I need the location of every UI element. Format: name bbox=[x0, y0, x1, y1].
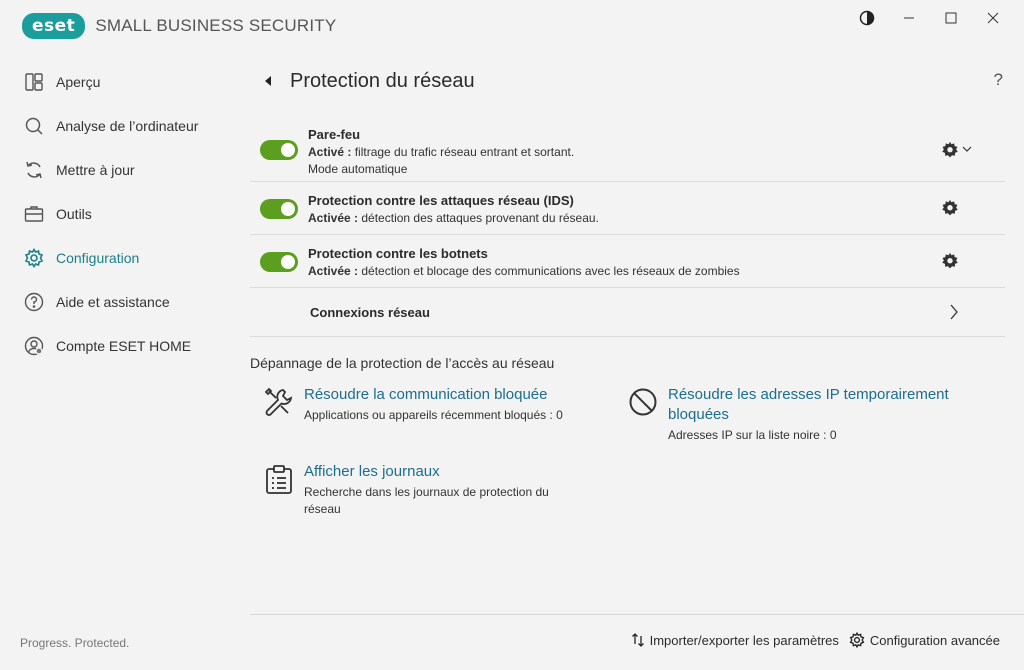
sidebar: Aperçu Analyse de l’ordinateur Mettre à … bbox=[0, 60, 240, 368]
action-desc: Adresses IP sur la liste noire : 0 bbox=[668, 428, 837, 442]
action-show-logs: Afficher les journaux Recherche dans les… bbox=[262, 462, 582, 518]
dashboard-icon bbox=[24, 72, 44, 92]
eset-logo: eset SMALL BUSINESS SECURITY bbox=[22, 13, 336, 39]
action-blocked-ips: Résoudre les adresses IP temporairement … bbox=[626, 385, 966, 444]
clipboard-icon bbox=[262, 462, 296, 496]
module-row-botnet: Protection contre les botnets Activée : … bbox=[250, 235, 1005, 288]
sidebar-item-label: Compte ESET HOME bbox=[56, 338, 192, 354]
module-title: Pare-feu bbox=[308, 127, 361, 142]
ids-toggle[interactable] bbox=[260, 199, 298, 219]
help-button[interactable]: ? bbox=[994, 70, 1003, 90]
product-name: SMALL BUSINESS SECURITY bbox=[95, 16, 337, 35]
sidebar-item-apercu[interactable]: Aperçu bbox=[0, 60, 240, 104]
help-icon bbox=[24, 292, 44, 312]
sidebar-item-help[interactable]: Aide et assistance bbox=[0, 280, 240, 324]
footer-actions: Importer/exporter les paramètres Configu… bbox=[631, 632, 1000, 648]
module-mode: Mode automatique bbox=[308, 162, 408, 176]
troubleshoot-actions: Résoudre la communication bloquée Applic… bbox=[250, 385, 1005, 565]
gear-icon bbox=[24, 248, 44, 268]
sidebar-item-label: Aide et assistance bbox=[56, 294, 170, 310]
logo-badge: eset bbox=[22, 13, 86, 39]
action-blocked-communication: Résoudre la communication bloquée Applic… bbox=[262, 385, 602, 424]
module-title: Protection contre les botnets bbox=[308, 246, 488, 261]
show-logs-link[interactable]: Afficher les journaux bbox=[304, 462, 582, 482]
gear-icon bbox=[849, 632, 865, 648]
gear-icon[interactable] bbox=[941, 141, 959, 164]
sidebar-item-label: Aperçu bbox=[56, 74, 101, 90]
resolve-blocked-ips-link[interactable]: Résoudre les adresses IP temporairement … bbox=[668, 385, 966, 425]
maximize-icon[interactable] bbox=[930, 6, 972, 30]
module-status: Activé : filtrage du trafic réseau entra… bbox=[308, 145, 575, 159]
sidebar-item-update[interactable]: Mettre à jour bbox=[0, 148, 240, 192]
search-icon bbox=[24, 116, 44, 136]
main-panel: Protection du réseau ? Pare-feu Activé :… bbox=[250, 60, 1005, 565]
contrast-icon[interactable] bbox=[846, 6, 888, 30]
refresh-icon bbox=[24, 160, 44, 180]
page-header: Protection du réseau bbox=[250, 60, 1005, 102]
firewall-toggle[interactable] bbox=[260, 140, 298, 160]
action-desc: Recherche dans les journaux de protectio… bbox=[304, 485, 549, 516]
sidebar-item-account[interactable]: Compte ESET HOME bbox=[0, 324, 240, 368]
sidebar-item-label: Analyse de l’ordinateur bbox=[56, 118, 199, 134]
status-tagline: Progress. Protected. bbox=[20, 636, 130, 650]
module-row-ids: Protection contre les attaques réseau (I… bbox=[250, 182, 1005, 235]
sidebar-item-analyse[interactable]: Analyse de l’ordinateur bbox=[0, 104, 240, 148]
troubleshoot-title: Dépannage de la protection de l’accès au… bbox=[250, 355, 555, 371]
close-icon[interactable] bbox=[972, 6, 1014, 30]
resolve-blocked-communication-link[interactable]: Résoudre la communication bloquée bbox=[304, 385, 563, 405]
network-connections-row[interactable]: Connexions réseau bbox=[250, 288, 1005, 337]
advanced-setup-button[interactable]: Configuration avancée bbox=[849, 632, 1000, 648]
import-export-icon bbox=[631, 633, 644, 647]
network-connections-label: Connexions réseau bbox=[310, 304, 430, 320]
action-desc: Applications ou appareils récemment bloq… bbox=[304, 408, 563, 422]
page-title: Protection du réseau bbox=[290, 69, 475, 92]
sidebar-item-configuration[interactable]: Configuration bbox=[0, 236, 240, 280]
sidebar-item-label: Configuration bbox=[56, 250, 140, 266]
advanced-setup-label: Configuration avancée bbox=[869, 632, 1000, 648]
minimize-icon[interactable] bbox=[888, 6, 930, 30]
module-list: Pare-feu Activé : filtrage du trafic rés… bbox=[250, 120, 1005, 337]
module-title: Protection contre les attaques réseau (I… bbox=[308, 193, 574, 208]
account-icon bbox=[24, 336, 44, 356]
chevron-right-icon bbox=[949, 303, 959, 326]
gear-icon[interactable] bbox=[941, 199, 959, 222]
sidebar-item-label: Mettre à jour bbox=[56, 162, 135, 178]
sidebar-item-tools[interactable]: Outils bbox=[0, 192, 240, 236]
sidebar-item-label: Outils bbox=[56, 206, 92, 222]
import-export-button[interactable]: Importer/exporter les paramètres bbox=[631, 632, 839, 648]
import-export-label: Importer/exporter les paramètres bbox=[649, 632, 839, 648]
module-status: Activée : détection et blocage des commu… bbox=[308, 264, 740, 278]
back-icon[interactable] bbox=[258, 71, 278, 91]
blocked-icon bbox=[626, 385, 660, 419]
module-row-firewall: Pare-feu Activé : filtrage du trafic rés… bbox=[250, 120, 1005, 182]
tools-icon bbox=[262, 385, 296, 419]
module-status: Activée : détection des attaques provena… bbox=[308, 211, 599, 225]
window-controls bbox=[846, 6, 1014, 30]
gear-icon[interactable] bbox=[941, 252, 959, 275]
chevron-down-icon[interactable] bbox=[961, 142, 973, 160]
botnet-toggle[interactable] bbox=[260, 252, 298, 272]
footer-divider bbox=[250, 614, 1024, 615]
toolbox-icon bbox=[24, 204, 44, 224]
